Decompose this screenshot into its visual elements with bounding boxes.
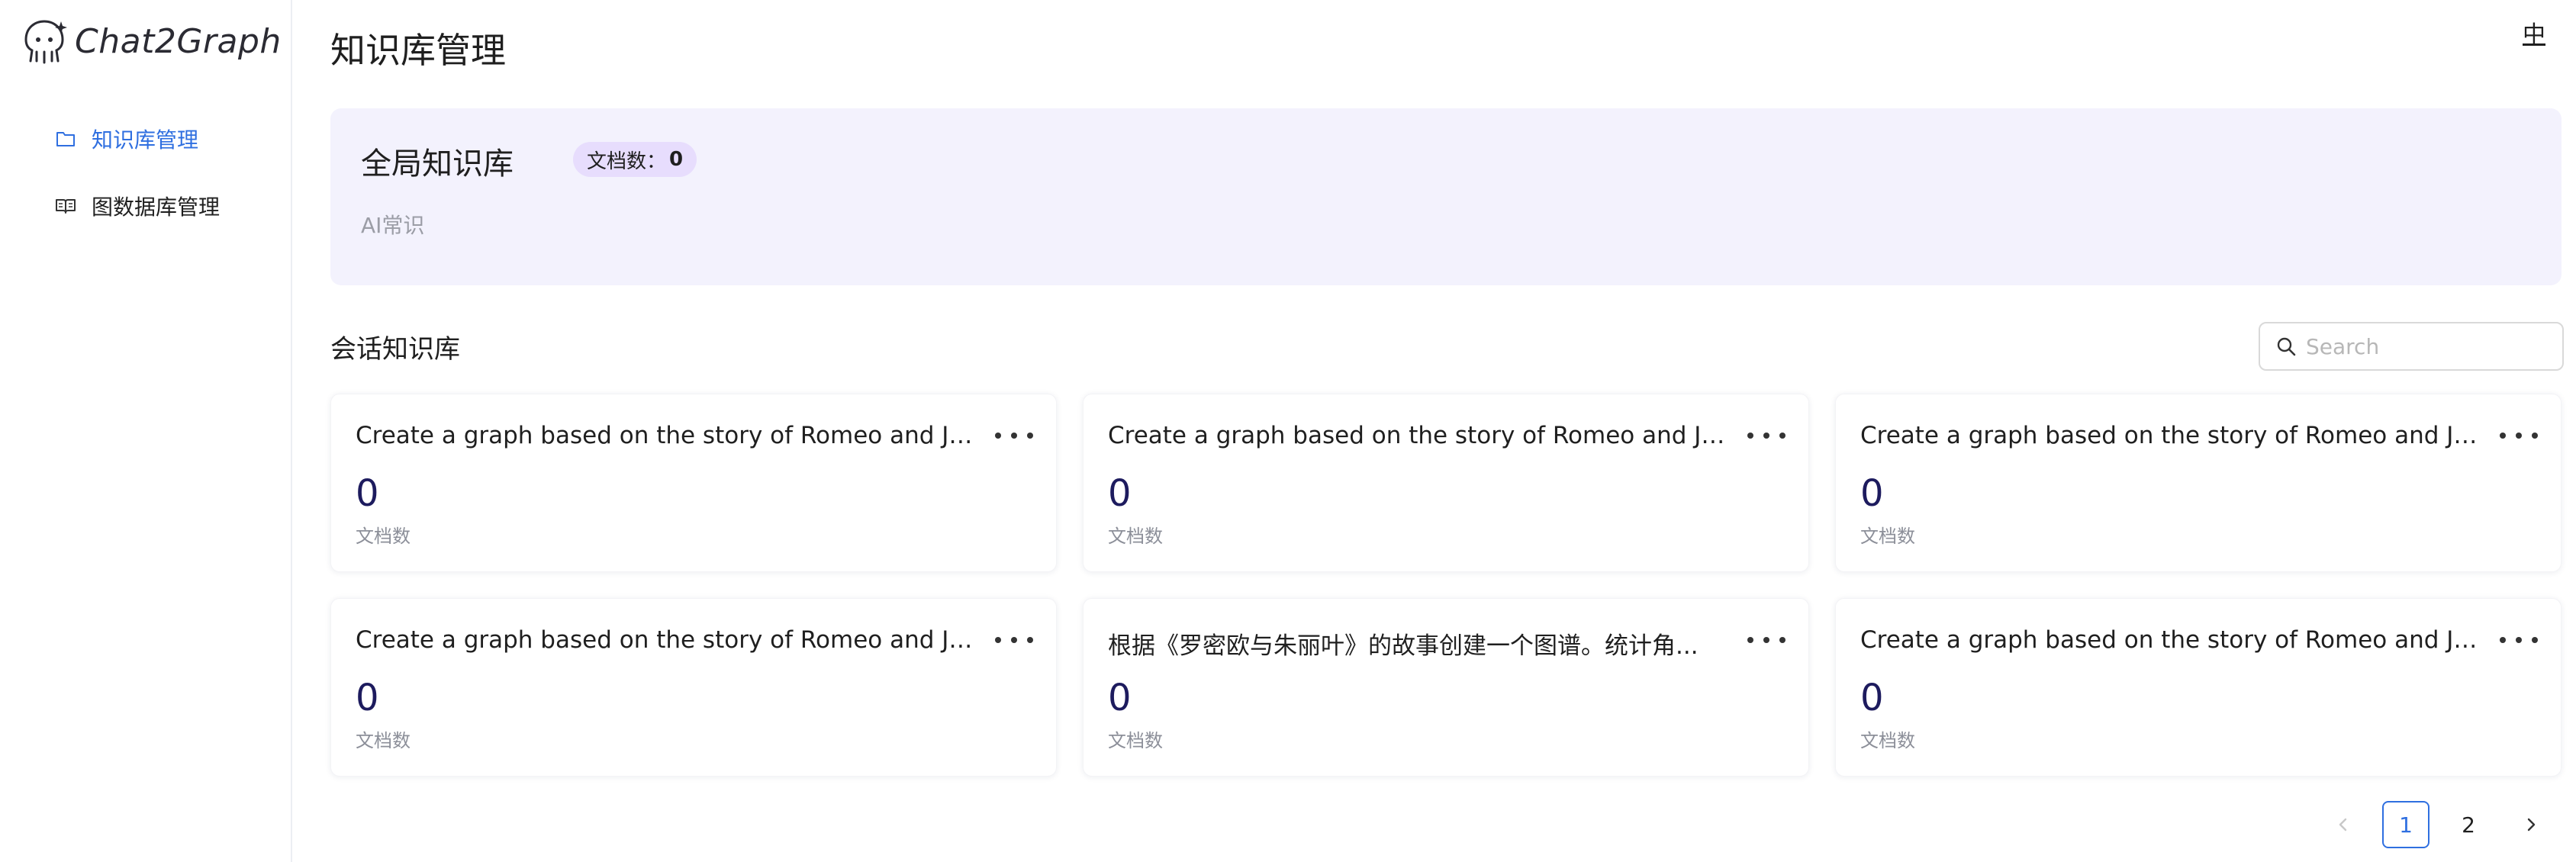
kb-card[interactable]: Create a graph based on the story of Rom… <box>330 394 1057 572</box>
kb-card[interactable]: Create a graph based on the story of Rom… <box>1083 394 1809 572</box>
app-name: Chat2Graph <box>75 21 282 61</box>
more-options-icon[interactable] <box>1747 422 1785 449</box>
kb-card-count-label: 文档数 <box>356 526 411 547</box>
kb-card-count-label: 文档数 <box>356 730 411 751</box>
kb-card-title: Create a graph based on the story of Rom… <box>356 626 981 654</box>
logo[interactable]: Chat2Graph <box>18 17 282 66</box>
chevron-right-icon <box>2527 818 2536 831</box>
kb-card-title: Create a graph based on the story of Rom… <box>356 422 981 449</box>
prev-page-button[interactable] <box>2320 801 2367 848</box>
session-kb-grid: Create a graph based on the story of Rom… <box>330 394 2562 777</box>
sidebar-item-knowledge-base[interactable]: 知识库管理 <box>0 116 292 162</box>
page-title: 知识库管理 <box>330 30 506 71</box>
more-options-icon[interactable] <box>995 422 1033 449</box>
doc-count-badge: 文档数： 0 <box>573 142 697 177</box>
more-options-icon[interactable] <box>2500 422 2538 449</box>
book-icon <box>56 199 76 214</box>
pagination: 1 2 <box>2320 801 2555 848</box>
global-kb-title: 全局知识库 <box>361 146 514 182</box>
kb-card-count-label: 文档数 <box>1108 730 1163 751</box>
octopus-logo-icon <box>24 20 67 64</box>
page-button-2[interactable]: 2 <box>2445 801 2492 848</box>
search-input[interactable] <box>2304 333 2549 360</box>
sidebar-item-label: 知识库管理 <box>92 127 199 153</box>
kb-card-count-label: 文档数 <box>1860 526 1915 547</box>
more-options-icon[interactable] <box>995 626 1033 654</box>
search-box[interactable] <box>2259 322 2564 371</box>
next-page-button[interactable] <box>2507 801 2555 848</box>
kb-card[interactable]: Create a graph based on the story of Rom… <box>330 598 1057 777</box>
kb-card-count: 0 <box>1108 472 1132 515</box>
main-content: 知识库管理 中 全局知识库 文档数： 0 AI常识 会话知识库 Create a… <box>292 0 2576 862</box>
search-icon <box>2277 337 2296 356</box>
kb-card[interactable]: 根据《罗密欧与朱丽叶》的故事创建一个图谱。统计角... 0 文档数 <box>1083 598 1809 777</box>
sidebar-item-graph-db[interactable]: 图数据库管理 <box>0 183 292 229</box>
global-knowledge-base-card[interactable]: 全局知识库 文档数： 0 AI常识 <box>330 108 2562 285</box>
folder-icon <box>56 132 75 146</box>
kb-card-count: 0 <box>1860 472 1884 515</box>
kb-card-count: 0 <box>1860 677 1884 719</box>
badge-label: 文档数： <box>587 150 667 173</box>
kb-card-count-label: 文档数 <box>1108 526 1163 547</box>
app-root: Chat2Graph 知识库管理 图数据库管理 知识库管理 中 全局知识库 文档… <box>0 0 2576 862</box>
global-kb-description: AI常识 <box>361 213 425 238</box>
page-button-1[interactable]: 1 <box>2382 801 2429 848</box>
sidebar-item-label: 图数据库管理 <box>92 195 221 220</box>
chevron-left-icon <box>2339 818 2347 831</box>
badge-count: 0 <box>669 148 684 171</box>
kb-card[interactable]: Create a graph based on the story of Rom… <box>1835 598 2562 777</box>
kb-card-title: 根据《罗密欧与朱丽叶》的故事创建一个图谱。统计角... <box>1108 632 1699 660</box>
more-options-icon[interactable] <box>2500 626 2538 654</box>
session-kb-title: 会话知识库 <box>330 334 460 365</box>
kb-card-count: 0 <box>1108 677 1132 719</box>
sidebar: Chat2Graph 知识库管理 图数据库管理 <box>0 0 292 862</box>
kb-card-title: Create a graph based on the story of Rom… <box>1860 626 2486 654</box>
language-toggle[interactable]: 中 <box>2523 15 2545 49</box>
kb-card-count: 0 <box>356 677 379 719</box>
more-options-icon[interactable] <box>1747 626 1785 654</box>
kb-card-count: 0 <box>356 472 379 515</box>
kb-card-title: Create a graph based on the story of Rom… <box>1860 422 2486 449</box>
kb-card[interactable]: Create a graph based on the story of Rom… <box>1835 394 2562 572</box>
kb-card-count-label: 文档数 <box>1860 730 1915 751</box>
kb-card-title: Create a graph based on the story of Rom… <box>1108 422 1734 449</box>
